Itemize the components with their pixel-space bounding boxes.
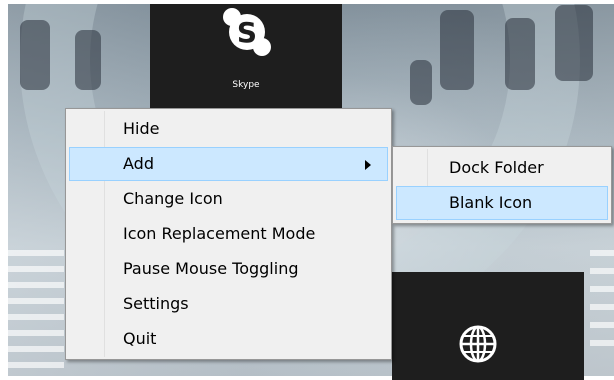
crosswalk-stripe — [590, 340, 614, 346]
crosswalk-stripe — [8, 266, 64, 272]
add-submenu: Dock Folder Blank Icon — [392, 146, 612, 224]
crosswalk-stripe — [8, 330, 64, 336]
background-figure — [555, 5, 593, 81]
context-menu: Hide Add Change Icon Icon Replacement Mo… — [65, 108, 392, 360]
crosswalk-stripe — [590, 304, 614, 310]
crosswalk-stripe — [590, 250, 614, 256]
submenu-item-dock-folder[interactable]: Dock Folder — [396, 151, 608, 185]
skype-tile-label: Skype — [232, 80, 260, 90]
menu-item-label: Settings — [123, 294, 189, 313]
submenu-item-label: Blank Icon — [449, 193, 533, 212]
menu-item-settings[interactable]: Settings — [69, 287, 388, 321]
menu-item-quit[interactable]: Quit — [69, 322, 388, 356]
crosswalk-stripe — [8, 250, 64, 256]
background-figure — [75, 30, 101, 90]
menu-item-add[interactable]: Add — [69, 147, 388, 181]
background-figure — [505, 18, 535, 90]
skype-icon: S — [223, 8, 271, 56]
crosswalk-stripe — [8, 298, 64, 304]
submenu-item-blank-icon[interactable]: Blank Icon — [396, 186, 608, 220]
background-figure — [20, 20, 50, 90]
desktop-background: S Skype Hide Add Change Icon Icon Replac… — [0, 0, 614, 380]
crosswalk-stripe — [8, 314, 64, 320]
submenu-arrow-icon — [365, 160, 371, 170]
web-tile[interactable] — [392, 272, 584, 380]
menu-item-icon-replacement-mode[interactable]: Icon Replacement Mode — [69, 217, 388, 251]
menu-item-label: Hide — [123, 119, 160, 138]
background-figure — [410, 60, 432, 105]
crosswalk-stripe — [590, 268, 614, 274]
submenu-item-label: Dock Folder — [449, 158, 544, 177]
background-figure — [440, 10, 474, 90]
globe-icon — [459, 325, 497, 363]
menu-item-label: Pause Mouse Toggling — [123, 259, 299, 278]
menu-item-change-icon[interactable]: Change Icon — [69, 182, 388, 216]
menu-item-hide[interactable]: Hide — [69, 112, 388, 146]
crosswalk-stripe — [8, 282, 64, 288]
menu-item-pause-mouse-toggling[interactable]: Pause Mouse Toggling — [69, 252, 388, 286]
crosswalk-stripe — [8, 346, 64, 352]
crosswalk-stripe — [8, 362, 64, 368]
skype-tile[interactable]: S Skype — [150, 4, 342, 108]
menu-item-label: Icon Replacement Mode — [123, 224, 316, 243]
menu-item-label: Change Icon — [123, 189, 223, 208]
crosswalk-stripe — [590, 322, 614, 328]
frame-border-left — [0, 0, 8, 380]
svg-text:S: S — [237, 16, 257, 49]
crosswalk-stripe — [590, 286, 614, 292]
menu-item-label: Add — [123, 154, 154, 173]
menu-item-label: Quit — [123, 329, 157, 348]
